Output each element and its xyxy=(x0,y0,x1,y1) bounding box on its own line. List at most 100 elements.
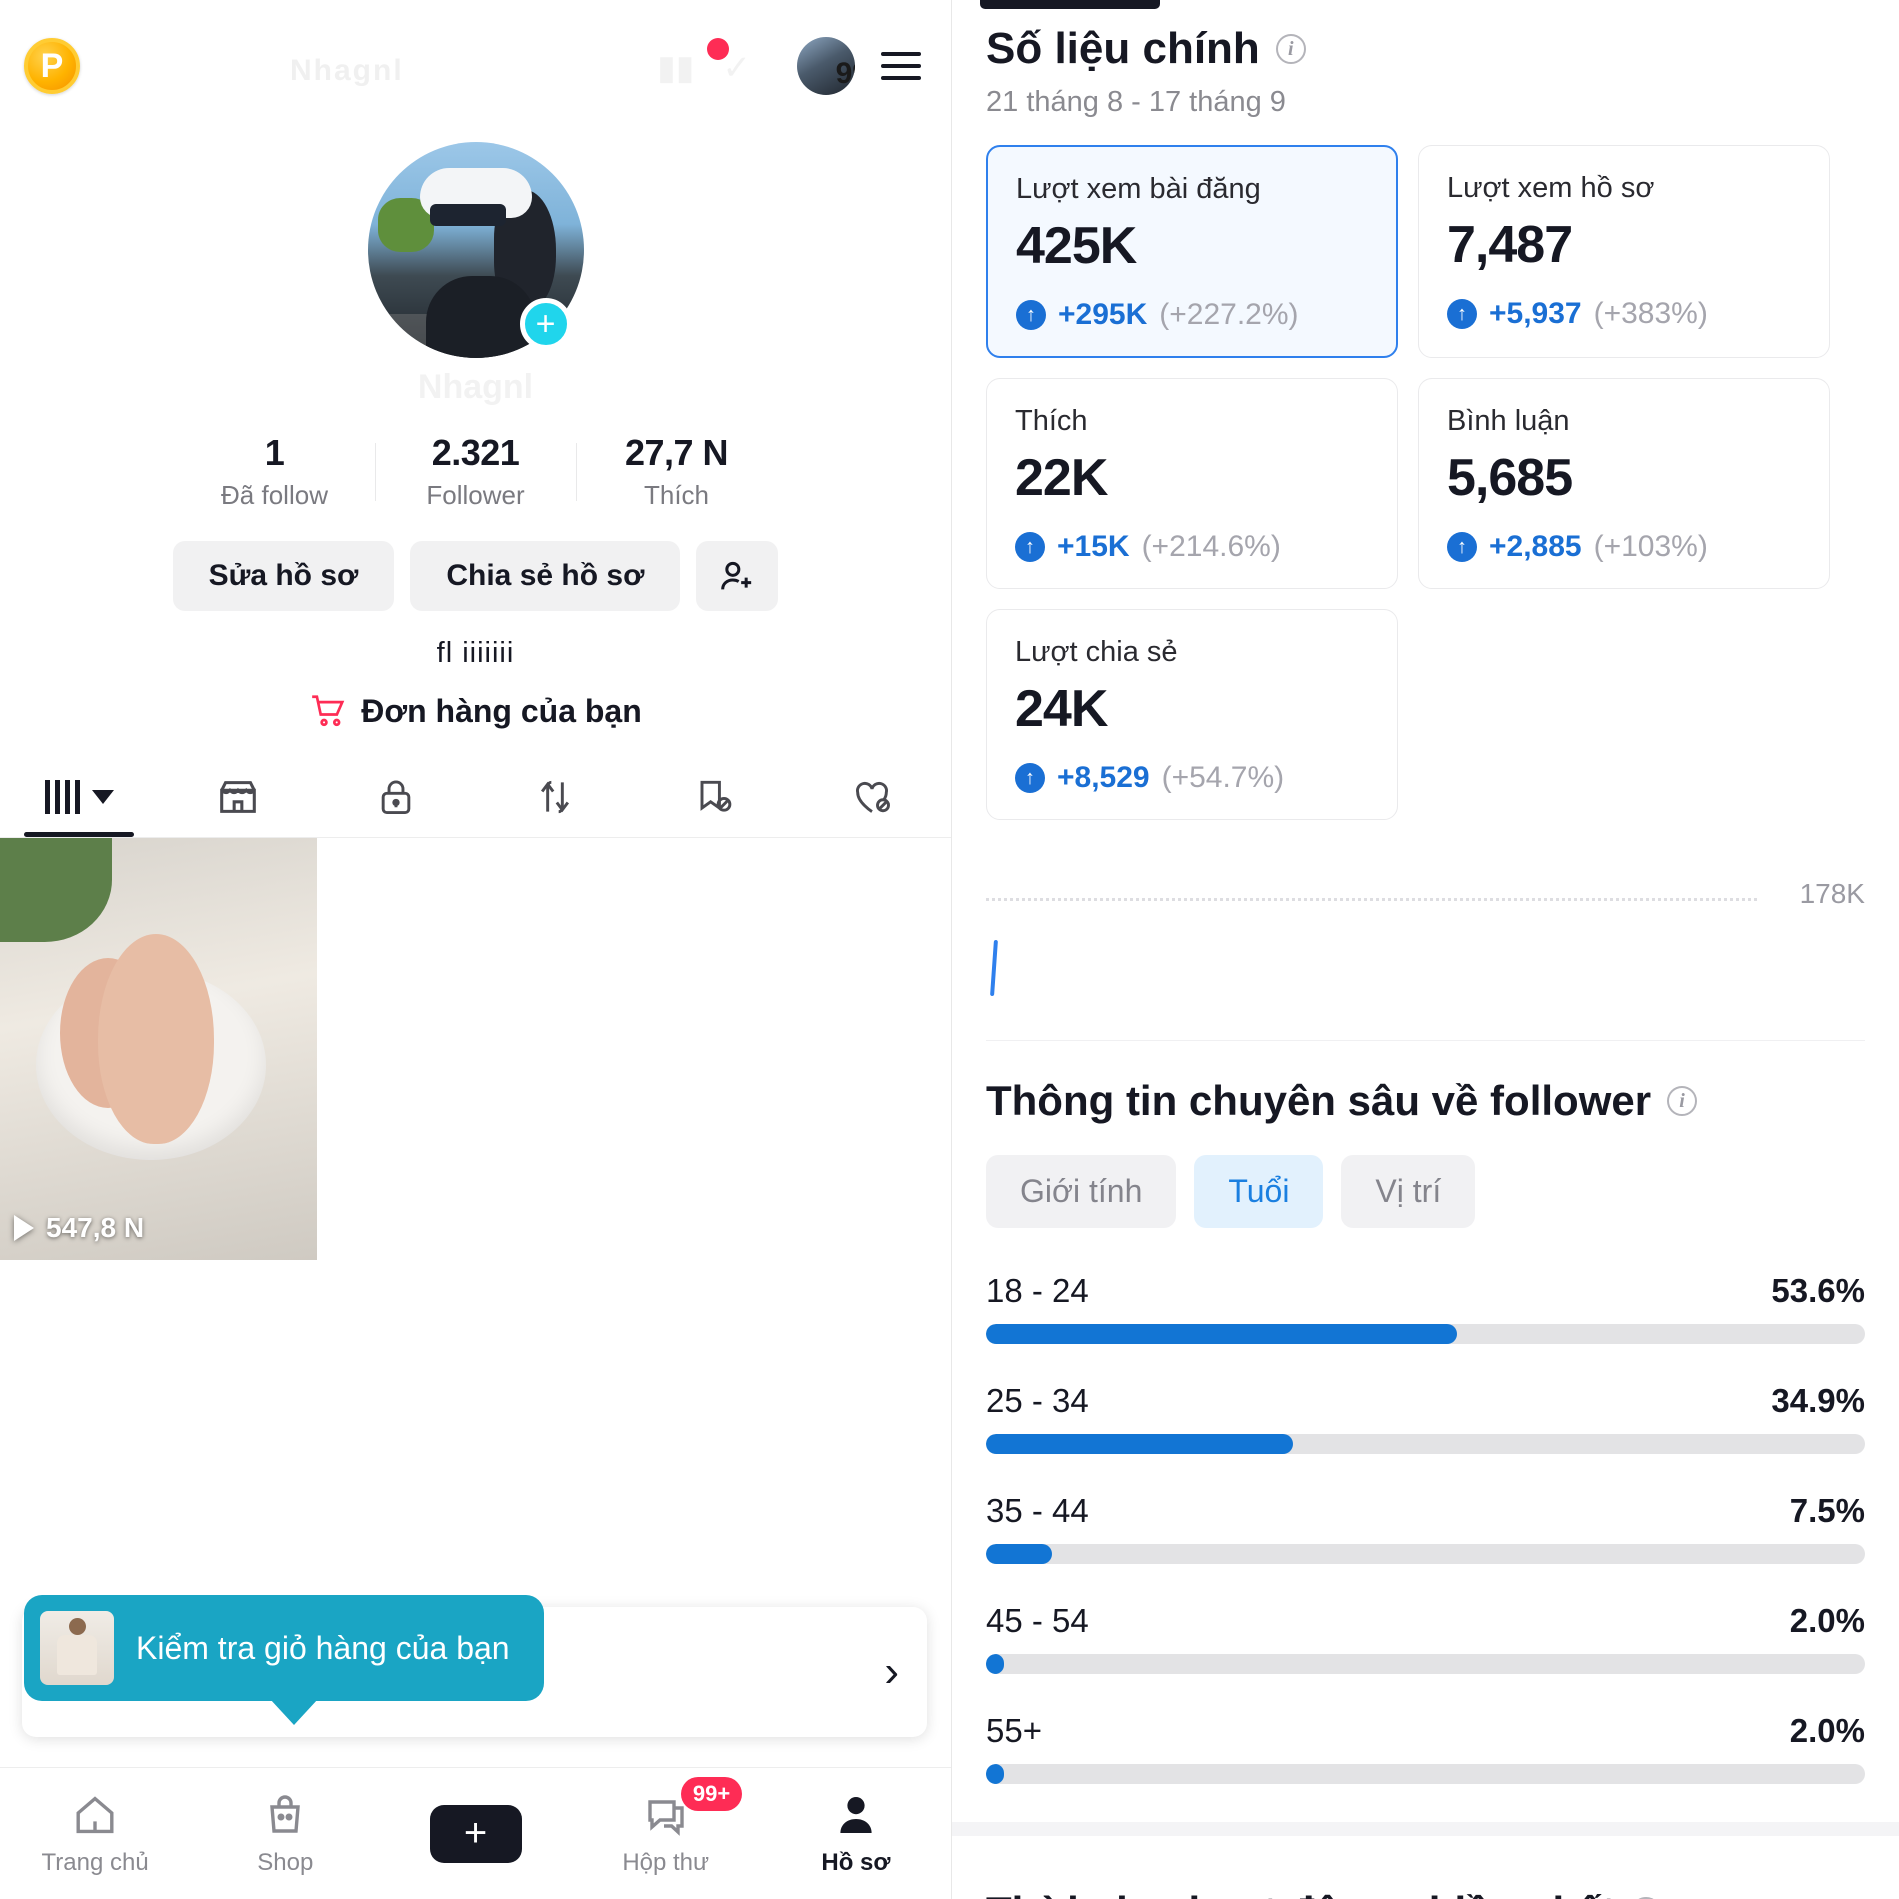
posts-grid: 547,8 N xyxy=(0,838,951,1260)
bookmark-hidden-icon xyxy=(700,780,732,812)
username-watermark: Nhagnl xyxy=(417,368,534,406)
tab-age[interactable]: Tuổi xyxy=(1194,1155,1324,1228)
metric-delta-value: +295K xyxy=(1058,298,1148,331)
age-bucket-label: 25 - 34 xyxy=(986,1382,1089,1419)
metric-cards: Lượt xem bài đăng 425K ↑ +295K (+227.2%)… xyxy=(986,145,1865,820)
tab-liked-hidden[interactable] xyxy=(793,757,952,837)
metric-card-comments[interactable]: Bình luận 5,685 ↑ +2,885 (+103%) xyxy=(1418,378,1830,589)
age-bucket-percent: 53.6% xyxy=(1771,1272,1865,1309)
age-bar-row: 35 - 44 7.5% xyxy=(986,1492,1865,1564)
metric-delta-value: +5,937 xyxy=(1489,297,1582,330)
info-icon[interactable]: i xyxy=(1275,34,1306,64)
age-bar-track xyxy=(986,1544,1865,1564)
metric-card-likes[interactable]: Thích 22K ↑ +15K (+214.6%) xyxy=(986,378,1398,589)
heart-hidden-icon xyxy=(855,781,890,813)
nav-item-home[interactable]: Trang chủ xyxy=(0,1791,190,1877)
stat-likes-value: 27,7 N xyxy=(624,432,729,473)
profile-tab-bar xyxy=(0,758,951,838)
metric-card-shares[interactable]: Lượt chia sẻ 24K ↑ +8,529 (+54.7%) xyxy=(986,609,1398,820)
tab-posts-grid[interactable] xyxy=(0,757,159,837)
coin-rewards-badge[interactable]: P xyxy=(24,38,80,94)
add-avatar-plus-icon[interactable]: + xyxy=(519,298,572,350)
stat-following-value: 1 xyxy=(264,432,285,473)
metric-card-post-views[interactable]: Lượt xem bài đăng 425K ↑ +295K (+227.2%) xyxy=(986,145,1398,358)
avatar-body xyxy=(425,276,536,358)
info-icon[interactable]: i xyxy=(1667,1086,1698,1116)
active-times-title: Thời gian hoạt động nhiều nhất i xyxy=(986,1888,1865,1899)
tab-location[interactable]: Vị trí xyxy=(1341,1155,1476,1228)
nav-item-profile[interactable]: Hồ sơ xyxy=(761,1791,951,1877)
chevron-down-icon xyxy=(91,790,114,804)
arrow-up-icon: ↑ xyxy=(1015,763,1045,793)
shopping-bag-icon xyxy=(270,1794,301,1833)
nav-item-shop[interactable]: Shop xyxy=(190,1791,380,1877)
faded-bar-icon: ▮▮ xyxy=(657,49,695,87)
key-metrics-section: Số liệu chính i 21 tháng 8 - 17 tháng 9 … xyxy=(952,24,1899,1784)
age-bar-track xyxy=(986,1654,1865,1674)
stat-followers-label: Follower xyxy=(426,480,525,510)
age-bar-fill xyxy=(986,1434,1293,1454)
bottom-navigation-bar: Trang chủ Shop + 99+ Hộp thư Hồ sơ xyxy=(0,1767,951,1899)
arrow-up-icon: ↑ xyxy=(1015,532,1045,562)
header-avatar[interactable]: 99 xyxy=(797,37,855,95)
age-bar-fill xyxy=(986,1544,1052,1564)
metric-delta-percent: (+214.6%) xyxy=(1141,530,1281,563)
person-icon xyxy=(840,1796,872,1833)
profile-avatar-wrap[interactable]: + xyxy=(367,142,584,358)
hamburger-menu-icon[interactable] xyxy=(881,52,921,80)
date-range-label: 21 tháng 8 - 17 tháng 9 xyxy=(986,86,1286,118)
nav-item-inbox[interactable]: 99+ Hộp thư xyxy=(571,1776,761,1877)
add-person-icon xyxy=(721,561,752,590)
metric-card-profile-views[interactable]: Lượt xem hồ sơ 7,487 ↑ +5,937 (+383%) xyxy=(1418,145,1830,358)
add-friends-button[interactable] xyxy=(696,541,779,611)
avatar-sunglasses xyxy=(429,204,506,226)
metric-delta: ↑ +295K (+227.2%) xyxy=(1016,298,1368,332)
shopping-cart-icon xyxy=(312,695,345,727)
create-plus-icon[interactable]: + xyxy=(421,1804,530,1863)
follower-insight-tabs: Giới tính Tuổi Vị trí xyxy=(986,1155,1865,1228)
edit-profile-button[interactable]: Sửa hồ sơ xyxy=(172,541,395,611)
metric-delta: ↑ +5,937 (+383%) xyxy=(1447,297,1801,331)
tab-shop[interactable] xyxy=(159,757,318,837)
stat-followers-value: 2.321 xyxy=(431,432,520,473)
stat-followers[interactable]: 2.321 Follower xyxy=(376,432,576,511)
profile-bio: fl iiiiiii xyxy=(436,637,515,669)
tab-saved-hidden[interactable] xyxy=(634,757,793,837)
section-separator xyxy=(952,1822,1899,1836)
video-view-count: 547,8 N xyxy=(14,1212,144,1244)
tab-private[interactable] xyxy=(317,757,476,837)
age-distribution-chart: 18 - 24 53.6% 25 - 34 34.9% 35 - 44 7.5%… xyxy=(986,1272,1865,1784)
stat-following-label: Đã follow xyxy=(221,480,328,510)
stat-likes-label: Thích xyxy=(643,480,710,510)
faded-watermark-text: Nhagnl xyxy=(290,54,404,87)
stat-likes[interactable]: 27,7 N Thích xyxy=(577,432,777,511)
tiktok-profile-panel: P Nhagnl ▮▮ ✓ 99 + xyxy=(0,0,952,1899)
arrow-up-icon: ↑ xyxy=(1447,299,1477,329)
faded-check-icon: ✓ xyxy=(722,49,752,87)
trend-chart: 178K xyxy=(986,868,1865,1018)
metric-delta-percent: (+383%) xyxy=(1593,297,1708,330)
tab-reposts[interactable] xyxy=(476,757,635,837)
faded-header-icons: ▮▮ ✓ xyxy=(657,48,751,88)
arrow-up-icon: ↑ xyxy=(1016,300,1046,330)
metric-delta-value: +15K xyxy=(1057,530,1130,563)
cart-product-thumbnail xyxy=(40,1611,114,1685)
age-bar-track xyxy=(986,1764,1865,1784)
profile-stats: 1 Đã follow 2.321 Follower 27,7 N Thích xyxy=(0,432,951,511)
metric-value: 7,487 xyxy=(1447,216,1573,274)
nav-item-create[interactable]: + xyxy=(380,1804,570,1863)
your-orders-label: Đơn hàng của bạn xyxy=(361,692,642,729)
nav-label-inbox: Hộp thư xyxy=(622,1848,710,1876)
chevron-right-icon[interactable]: › xyxy=(884,1647,899,1697)
tab-gender[interactable]: Giới tính xyxy=(986,1155,1177,1228)
age-bucket-label: 18 - 24 xyxy=(986,1272,1089,1309)
active-times-title-label: Thời gian hoạt động nhiều nhất xyxy=(986,1888,1615,1899)
your-orders-link[interactable]: Đơn hàng của bạn xyxy=(0,692,951,730)
share-profile-button[interactable]: Chia sẻ hồ sơ xyxy=(410,541,681,611)
age-bar-row: 45 - 54 2.0% xyxy=(986,1602,1865,1674)
video-thumbnail[interactable]: 547,8 N xyxy=(0,838,317,1260)
cart-reminder-tooltip[interactable]: Kiểm tra giỏ hàng của bạn xyxy=(24,1595,544,1725)
metric-label: Lượt xem hồ sơ xyxy=(1447,172,1655,204)
age-bar-row: 55+ 2.0% xyxy=(986,1712,1865,1784)
stat-following[interactable]: 1 Đã follow xyxy=(175,432,375,511)
